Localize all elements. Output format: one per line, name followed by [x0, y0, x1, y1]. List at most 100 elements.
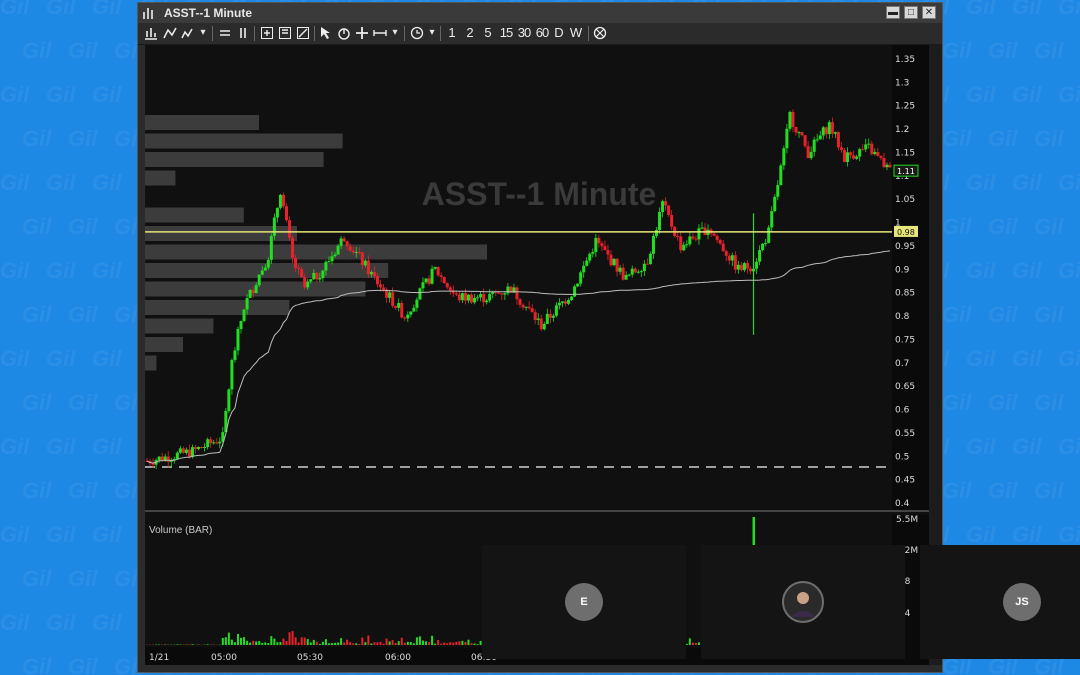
- volume-bar: [379, 641, 382, 645]
- maximize-button[interactable]: □: [904, 6, 918, 19]
- crosshair-icon[interactable]: [355, 25, 369, 41]
- price-axis: [892, 45, 929, 511]
- candle-body: [360, 252, 364, 266]
- volume-bar: [300, 637, 303, 645]
- volume-bar: [428, 642, 431, 645]
- pan-hand-icon[interactable]: [337, 25, 351, 41]
- volume-bar: [230, 639, 233, 645]
- measure-icon[interactable]: [373, 25, 387, 41]
- candle-body: [391, 292, 395, 306]
- profile-bar: [145, 318, 214, 334]
- candle-body: [409, 311, 413, 315]
- volume-bar: [385, 638, 388, 645]
- candle-body: [330, 256, 334, 262]
- candle-body: [839, 147, 843, 151]
- candle-body: [372, 272, 376, 277]
- candle-body: [827, 122, 831, 135]
- volume-bar: [321, 641, 324, 645]
- candle-body: [469, 294, 473, 303]
- indicators-icon[interactable]: [181, 25, 193, 41]
- interval-daily-button[interactable]: D: [553, 25, 565, 41]
- candle-body: [333, 254, 337, 257]
- participant-tile-e[interactable]: E: [482, 545, 686, 659]
- horizontal-layout-icon[interactable]: [218, 25, 232, 41]
- candle-body: [736, 264, 740, 270]
- volume-bar: [376, 642, 379, 645]
- candle-body: [633, 268, 637, 273]
- volume-bar: [437, 639, 440, 645]
- volume-bar: [685, 643, 688, 645]
- candle-body: [830, 122, 834, 134]
- candle-body: [375, 276, 379, 285]
- interval-dropdown[interactable]: ▾: [427, 25, 437, 41]
- volume-bar: [309, 642, 312, 645]
- reset-zoom-icon[interactable]: [296, 25, 310, 41]
- app-chart-icon: [143, 8, 153, 19]
- candle-body: [297, 267, 301, 270]
- candle-body: [545, 313, 549, 324]
- volume-bar: [264, 642, 267, 645]
- candle-body: [755, 261, 759, 269]
- candle-body: [770, 211, 774, 228]
- candle-body: [806, 146, 810, 159]
- volume-bar: [349, 642, 352, 645]
- interval-2-button[interactable]: 2: [464, 25, 476, 41]
- interval-5-button[interactable]: 5: [482, 25, 494, 41]
- volume-bar: [330, 643, 333, 645]
- price-tick-label: 1.3: [895, 78, 909, 88]
- candle-body: [294, 257, 298, 268]
- candle-body: [476, 297, 480, 299]
- chart-type-icon[interactable]: [144, 25, 158, 41]
- volume-bar: [282, 638, 285, 645]
- vertical-layout-icon[interactable]: [237, 25, 249, 41]
- zoom-in-icon[interactable]: [260, 25, 274, 41]
- volume-bar: [476, 644, 479, 645]
- candle-body: [542, 323, 546, 330]
- price-tick-label: 0.4: [895, 499, 910, 509]
- volume-bar: [352, 643, 355, 645]
- candle-body: [564, 301, 568, 304]
- minimize-button[interactable]: ▬: [886, 6, 900, 19]
- interval-weekly-button[interactable]: W: [569, 25, 583, 41]
- candle-body: [457, 294, 461, 301]
- candle-body: [533, 312, 537, 320]
- clock-icon[interactable]: [410, 25, 424, 41]
- interval-60-button[interactable]: 60: [534, 25, 550, 41]
- participant-tile-js[interactable]: JS: [920, 545, 1080, 659]
- candle-body: [776, 185, 780, 197]
- interval-15-button[interactable]: 15: [498, 25, 514, 41]
- candle-body: [733, 255, 737, 270]
- candle-body: [263, 267, 267, 271]
- interval-1-button[interactable]: 1: [446, 25, 458, 41]
- pointer-arrow-icon[interactable]: [319, 25, 333, 41]
- volume-bar: [224, 637, 227, 645]
- volume-bar: [367, 635, 370, 645]
- candle-body: [178, 448, 182, 453]
- candle-body: [400, 302, 404, 318]
- candle-body: [524, 306, 528, 308]
- toolbar-divider: [588, 26, 589, 41]
- cursor-mode-dropdown[interactable]: ▾: [390, 25, 400, 41]
- volume-bar: [464, 641, 467, 645]
- drawing-tools-icon[interactable]: [163, 25, 177, 41]
- volume-bar: [694, 642, 697, 645]
- close-button[interactable]: ✕: [922, 6, 936, 19]
- volume-bar: [431, 635, 434, 645]
- candle-body: [354, 251, 358, 253]
- chart-menu-dropdown[interactable]: ▾: [198, 25, 208, 41]
- interval-30-button[interactable]: 30: [516, 25, 532, 41]
- candle-body: [397, 302, 401, 308]
- volume-bar: [297, 642, 300, 645]
- candle-body: [460, 293, 464, 301]
- volume-bar: [373, 642, 376, 645]
- volume-bar: [233, 642, 236, 645]
- participant-tile-video[interactable]: [701, 545, 905, 659]
- zoom-out-icon[interactable]: [278, 25, 292, 41]
- time-axis-label: 05:00: [211, 653, 237, 663]
- volume-bar: [440, 643, 443, 645]
- candle-body: [327, 261, 331, 263]
- volume-bar: [243, 637, 246, 645]
- candle-body: [873, 151, 877, 155]
- volume-bar: [397, 641, 400, 645]
- link-off-icon[interactable]: [593, 25, 607, 41]
